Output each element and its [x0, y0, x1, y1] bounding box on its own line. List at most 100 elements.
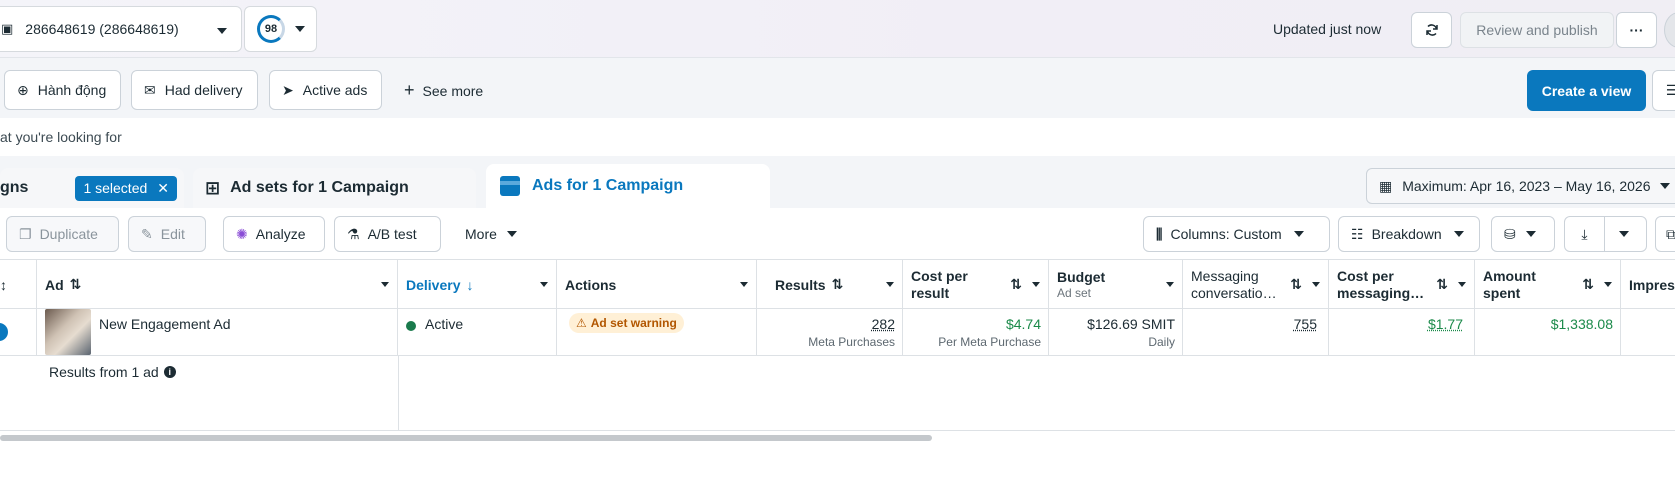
col-actions[interactable]: Actions: [557, 260, 757, 309]
sparkle-icon: ✺: [236, 226, 248, 243]
close-icon[interactable]: ✕: [157, 180, 169, 197]
flask-icon: ⚗: [347, 226, 360, 243]
chevron-down-icon[interactable]: [740, 282, 748, 287]
row-toggle[interactable]: [0, 309, 37, 356]
date-range-picker[interactable]: ▦ Maximum: Apr 16, 2023 – May 16, 2026: [1366, 168, 1675, 204]
top-bar: ▣ 286648619 (286648619) 98 Updated just …: [0, 0, 1675, 58]
reports-button[interactable]: ⛁: [1491, 216, 1555, 252]
export-button[interactable]: ⤓: [1564, 216, 1647, 252]
search-bar[interactable]: at you're looking for: [0, 118, 1675, 156]
chevron-down-icon[interactable]: [381, 282, 389, 287]
table-row[interactable]: New Engagement Ad Active ⚠ Ad set warnin…: [0, 309, 1675, 356]
sort-icon[interactable]: ⇅: [832, 276, 844, 293]
table-header: ↕ Ad ⇅ Delivery ↓ Actions Results ⇅ Cost…: [0, 260, 1675, 309]
sort-icon[interactable]: ⇅: [1010, 276, 1022, 293]
plus-icon: +: [404, 80, 415, 101]
duplicate-button[interactable]: ❐ Duplicate: [6, 216, 119, 252]
database-icon: ⛁: [1504, 226, 1516, 243]
score-ring: 98: [257, 15, 285, 43]
budget-cell[interactable]: $126.69 SMIT Daily: [1049, 309, 1183, 356]
filter-chip-had-delivery[interactable]: ✉ Had delivery: [131, 70, 258, 110]
horizontal-scrollbar[interactable]: [0, 435, 932, 441]
filter-chip-active-ads[interactable]: ➤ Active ads: [269, 70, 382, 110]
view-settings-button[interactable]: ☰: [1652, 70, 1675, 111]
opportunity-score[interactable]: 98: [244, 6, 317, 52]
column-divider: [398, 356, 399, 431]
chevron-down-icon: [295, 26, 305, 32]
selected-badge[interactable]: 1 selected ✕: [75, 176, 177, 201]
chevron-down-icon: [1454, 231, 1464, 237]
edit-button[interactable]: ✎ Edit: [128, 216, 206, 252]
chevron-down-icon: [1294, 231, 1304, 237]
amount-spent-cell: $1,338.08: [1475, 309, 1621, 356]
col-delivery[interactable]: Delivery ↓: [398, 260, 557, 309]
review-publish-button[interactable]: Review and publish: [1460, 12, 1614, 48]
ab-test-button[interactable]: ⚗ A/B test: [334, 216, 441, 252]
col-cost-per-messaging[interactable]: Cost per messaging… ⇅: [1329, 260, 1475, 309]
chevron-down-icon[interactable]: [1166, 282, 1174, 287]
account-icon: ▣: [1, 21, 13, 37]
level-tabs: gns 1 selected ✕ ⊞ Ad sets for 1 Campaig…: [0, 156, 1675, 208]
ad-name-cell[interactable]: New Engagement Ad: [37, 309, 398, 356]
tab-ads[interactable]: Ads for 1 Campaign: [486, 164, 770, 208]
chevron-down-icon[interactable]: [1312, 282, 1320, 287]
status-dot: [406, 321, 416, 331]
col-amount-spent[interactable]: Amount spent ⇅: [1475, 260, 1621, 309]
charts-button[interactable]: ⧉: [1655, 216, 1675, 252]
columns-icon: ⫼: [1156, 226, 1162, 243]
col-budget[interactable]: Budget Ad set: [1049, 260, 1183, 309]
chevron-down-icon: [1526, 231, 1536, 237]
col-toggle[interactable]: ↕: [0, 260, 37, 309]
upload-circle-icon: ⊕: [17, 82, 29, 99]
info-icon[interactable]: i: [164, 366, 176, 378]
sort-icon[interactable]: ↕: [0, 277, 7, 293]
more-options-button[interactable]: ···: [1616, 12, 1657, 48]
tab-campaigns[interactable]: gns 1 selected ✕: [0, 168, 184, 208]
tab-ad-sets[interactable]: ⊞ Ad sets for 1 Campaign: [193, 168, 476, 208]
warning-badge[interactable]: ⚠ Ad set warning: [569, 313, 684, 333]
refresh-button[interactable]: [1411, 12, 1452, 48]
envelope-icon: ✉: [144, 82, 156, 99]
results-summary-row: Results from 1 ad i: [0, 356, 1675, 431]
ad-name[interactable]: New Engagement Ad: [99, 316, 231, 332]
analyze-button[interactable]: ✺ Analyze: [223, 216, 325, 252]
actions-cell: ⚠ Ad set warning: [557, 309, 757, 356]
col-cost-per-result[interactable]: Cost per result ⇅: [903, 260, 1049, 309]
avatar[interactable]: [1664, 12, 1675, 48]
sort-icon[interactable]: ⇅: [1582, 276, 1594, 293]
messaging-cell: 755: [1183, 309, 1329, 356]
pencil-icon: ✎: [141, 226, 153, 243]
results-cell: 282 Meta Purchases: [757, 309, 903, 356]
table-toolbar: ❐ Duplicate ✎ Edit ✺ Analyze ⚗ A/B test …: [0, 208, 1675, 260]
col-impressions[interactable]: Impres: [1621, 260, 1675, 309]
sliders-icon: ☰: [1666, 82, 1675, 99]
col-ad[interactable]: Ad ⇅: [37, 260, 398, 309]
calendar-icon: ▦: [1379, 178, 1392, 195]
toggle-on-icon[interactable]: [0, 323, 8, 341]
account-selector[interactable]: ▣ 286648619 (286648619): [0, 6, 242, 52]
sort-icon[interactable]: ⇅: [1290, 276, 1302, 293]
sort-icon[interactable]: ⇅: [1436, 276, 1448, 293]
warning-icon: ⚠: [576, 316, 587, 330]
breakdown-button[interactable]: ☷ Breakdown: [1338, 216, 1480, 252]
chevron-down-icon[interactable]: [1619, 231, 1629, 237]
breakdown-icon: ☷: [1351, 226, 1364, 243]
col-results[interactable]: Results ⇅: [757, 260, 903, 309]
chevron-down-icon[interactable]: [1604, 282, 1612, 287]
download-icon[interactable]: ⤓: [1565, 217, 1605, 251]
chevron-down-icon[interactable]: [540, 282, 548, 287]
ad-thumbnail[interactable]: [45, 309, 91, 355]
filter-chip-hanh-dong[interactable]: ⊕ Hành động: [4, 70, 121, 110]
chevron-down-icon[interactable]: [886, 282, 894, 287]
create-view-button[interactable]: Create a view: [1527, 70, 1646, 111]
col-messaging[interactable]: Messaging conversatio… ⇅: [1183, 260, 1329, 309]
more-button[interactable]: More: [453, 216, 529, 252]
chevron-down-icon[interactable]: [1032, 282, 1040, 287]
sort-icon[interactable]: ⇅: [70, 276, 82, 293]
cost-per-result-cell: $4.74 Per Meta Purchase: [903, 309, 1049, 356]
columns-button[interactable]: ⫼ Columns: Custom: [1143, 216, 1330, 252]
sort-desc-icon[interactable]: ↓: [466, 277, 473, 293]
see-more-button[interactable]: + See more: [404, 80, 483, 101]
ad-square-icon: [500, 176, 520, 196]
chevron-down-icon[interactable]: [1458, 282, 1466, 287]
